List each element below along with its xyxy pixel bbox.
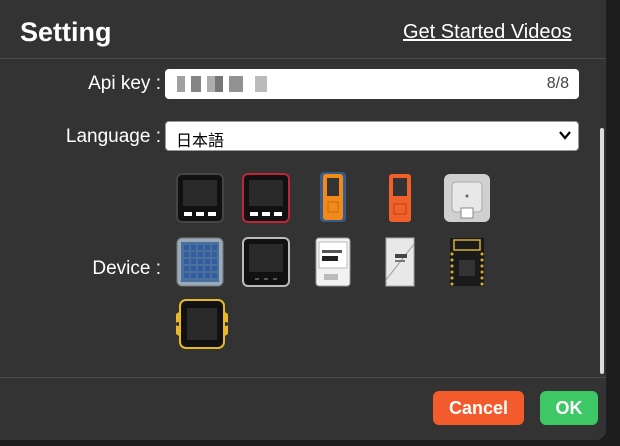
scrollbar[interactable] — [600, 128, 604, 374]
stickc-icon — [389, 174, 411, 222]
device-atom-matrix[interactable] — [175, 236, 225, 288]
api-key-masked-value — [177, 76, 267, 92]
stickc-orange-icon — [320, 172, 346, 222]
core2-icon — [242, 237, 290, 287]
paper-icon — [385, 237, 415, 287]
device-core-red[interactable] — [241, 172, 291, 224]
device-core-black[interactable] — [175, 172, 225, 224]
api-key-counter: 8/8 — [546, 75, 569, 92]
device-stickc[interactable] — [374, 172, 424, 224]
language-select[interactable]: 日本語 — [165, 121, 579, 151]
dialog-header: Setting Get Started Videos — [0, 0, 606, 59]
dialog-footer: Cancel OK — [0, 377, 606, 440]
core-black-icon — [176, 173, 224, 223]
dialog-title: Setting — [20, 17, 112, 47]
get-started-videos-link[interactable]: Get Started Videos — [403, 21, 572, 44]
device-paper[interactable] — [374, 236, 424, 288]
language-label: Language : — [65, 126, 161, 147]
device-stickc-selected[interactable] — [308, 170, 358, 222]
stamp-board-icon — [450, 238, 484, 286]
ok-button[interactable]: OK — [540, 391, 598, 425]
atom-echo-icon — [444, 174, 490, 222]
language-selected-value: 日本語 — [176, 133, 225, 150]
device-tough[interactable] — [172, 298, 232, 350]
device-atom-echo[interactable] — [442, 172, 492, 224]
device-label: Device : — [92, 258, 161, 279]
device-stamp[interactable] — [442, 236, 492, 288]
core-red-icon — [242, 173, 290, 223]
dialog-body[interactable] — [0, 59, 606, 377]
atom-matrix-icon — [176, 237, 224, 287]
tough-icon — [176, 299, 228, 349]
coreink-icon — [315, 237, 351, 287]
device-coreink[interactable] — [308, 236, 358, 288]
api-key-label: Api key : — [88, 73, 161, 94]
cancel-button[interactable]: Cancel — [433, 391, 524, 425]
chevron-down-icon — [559, 131, 571, 140]
device-core2[interactable] — [241, 236, 291, 288]
api-key-input[interactable]: 8/8 — [165, 69, 579, 99]
settings-dialog: Setting Get Started Videos Api key : 8/8… — [0, 0, 606, 440]
